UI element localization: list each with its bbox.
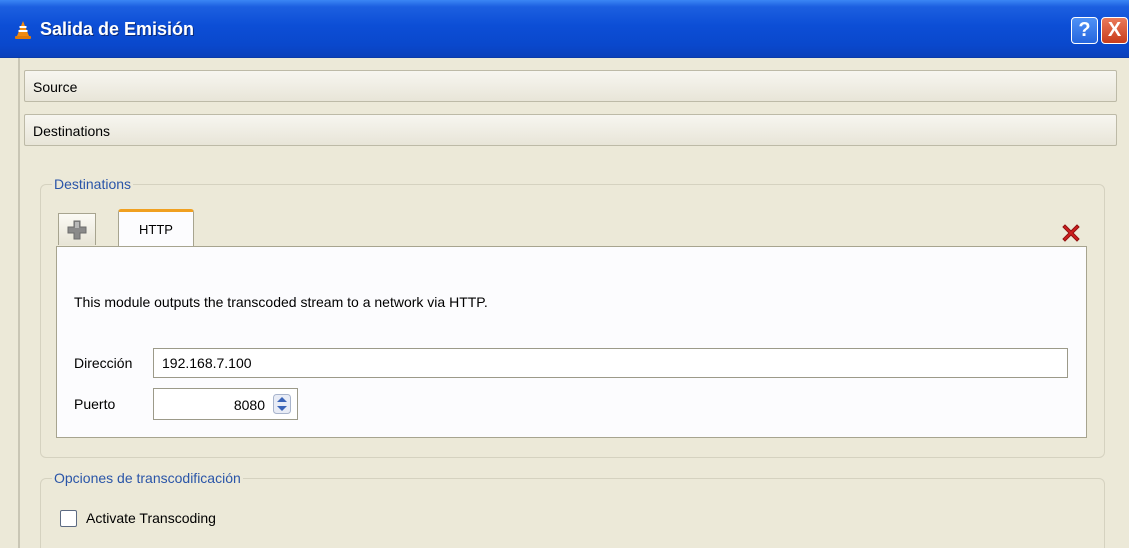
spin-arrows-icon[interactable] (273, 394, 291, 414)
activate-transcoding-label[interactable]: Activate Transcoding (86, 510, 216, 526)
title-bar: Salida de Emisión ? X (0, 0, 1129, 58)
port-spinbox[interactable]: 8080 (153, 388, 298, 420)
add-destination-tab[interactable] (58, 213, 96, 245)
address-label: Dirección (74, 355, 133, 371)
vlc-cone-icon (15, 21, 31, 39)
window-title: Salida de Emisión (40, 19, 195, 39)
port-value: 8080 (233, 397, 265, 413)
module-description: This module outputs the transcoded strea… (74, 294, 488, 310)
address-input[interactable]: 192.168.7.100 (153, 348, 1068, 378)
add-plus-icon (67, 220, 87, 239)
transcoding-group-title: Opciones de transcodificación (52, 470, 243, 486)
help-button[interactable]: ? (1071, 17, 1098, 44)
remove-destination-icon[interactable] (1060, 222, 1082, 244)
activate-transcoding-checkbox[interactable] (60, 510, 77, 527)
source-section-button[interactable]: Source (24, 70, 1117, 102)
port-label: Puerto (74, 396, 116, 412)
tab-http[interactable]: HTTP (118, 209, 194, 247)
destinations-section-button[interactable]: Destinations (24, 114, 1117, 146)
close-button[interactable]: X (1101, 17, 1128, 44)
window-frame-left (18, 58, 20, 548)
destinations-group-title: Destinations (52, 176, 134, 192)
